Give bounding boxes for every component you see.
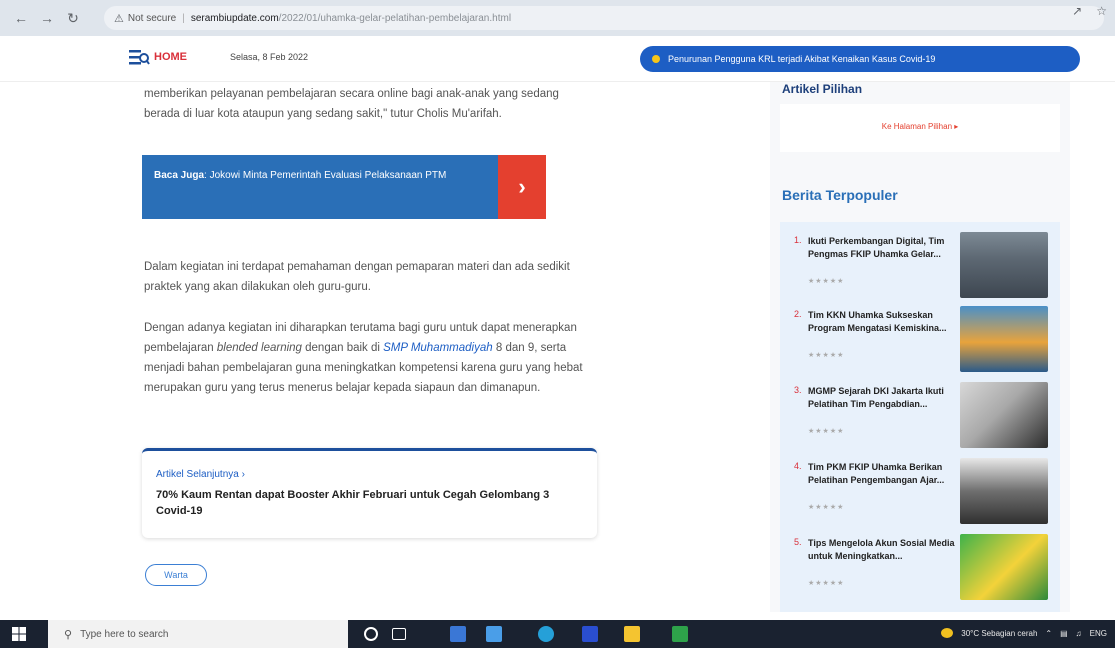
- address-bar[interactable]: ⚠ Not secure | serambiupdate.com /2022/0…: [104, 6, 1104, 30]
- baca-juga-title[interactable]: : Jokowi Minta Pemerintah Evaluasi Pelak…: [204, 170, 446, 181]
- popular-item-title[interactable]: Tips Mengelola Akun Sosial Media untuk M…: [808, 537, 958, 563]
- edge-icon[interactable]: [538, 626, 554, 642]
- rating-stars: ★★★★★: [808, 580, 845, 587]
- security-label: Not secure: [127, 12, 177, 24]
- popular-item[interactable]: 3. MGMP Sejarah DKI Jakarta Ikuti Pelati…: [780, 380, 1060, 462]
- popular-item-title[interactable]: Tim KKN Uhamka Sukseskan Program Mengata…: [808, 309, 958, 335]
- article-paragraph-1: memberikan pelayanan pembelajaran secara…: [144, 88, 559, 120]
- reload-icon[interactable]: ↻: [62, 7, 84, 29]
- popular-item-number: 4.: [794, 461, 802, 471]
- app-icon-1[interactable]: [450, 626, 466, 642]
- warning-icon: ⚠: [114, 12, 124, 25]
- browser-toolbar: ← → ↻ ⚠ Not secure | serambiupdate.com /…: [0, 0, 1115, 36]
- app-icon-4[interactable]: [672, 626, 688, 642]
- rating-stars: ★★★★★: [808, 504, 845, 511]
- tag-warta[interactable]: Warta: [145, 564, 207, 586]
- search-icon: ⚲: [64, 628, 73, 641]
- article-paragraph-2: Dalam kegiatan ini terdapat pemahaman de…: [144, 261, 570, 293]
- popular-item[interactable]: 5. Tips Mengelola Akun Sosial Media untu…: [780, 532, 1060, 612]
- rating-stars: ★★★★★: [808, 352, 845, 359]
- ticker-dot-icon: [652, 55, 660, 63]
- taskbar-search[interactable]: ⚲ Type here to search: [48, 620, 348, 648]
- system-tray: 30°C Sebagian cerah ⌃ ▤ ♫ ENG: [941, 628, 1107, 638]
- app-icon-2[interactable]: [486, 626, 502, 642]
- network-icon[interactable]: ▤: [1060, 629, 1068, 638]
- breaking-news-ticker[interactable]: Penurunan Pengguna KRL terjadi Akibat Ke…: [640, 46, 1080, 72]
- next-article-label: Artikel Selanjutnya ›: [156, 469, 245, 480]
- url-path: /2022/01/uhamka-gelar-pelatihan-pembelaj…: [278, 12, 512, 24]
- popular-item-number: 1.: [794, 235, 802, 245]
- popular-item[interactable]: 2. Tim KKN Uhamka Sukseskan Program Meng…: [780, 304, 1060, 386]
- sidebar: Artikel Pilihan Ke Halaman Pilihan ▸ Ber…: [770, 82, 1070, 612]
- smp-muhammadiyah-link[interactable]: SMP Muhammadiyah: [383, 342, 493, 354]
- popular-item-number: 5.: [794, 537, 802, 547]
- weather-icon: [941, 628, 954, 638]
- chevron-right-icon[interactable]: ›: [498, 155, 546, 219]
- popular-item-number: 3.: [794, 385, 802, 395]
- task-view-icon[interactable]: [392, 628, 406, 640]
- terpopuler-heading: Berita Terpopuler: [782, 187, 898, 203]
- taskbar-search-placeholder: Type here to search: [80, 628, 169, 640]
- popular-item-thumbnail[interactable]: [960, 232, 1048, 298]
- ticker-text: Penurunan Pengguna KRL terjadi Akibat Ke…: [668, 54, 936, 64]
- app-icon-3[interactable]: [582, 626, 598, 642]
- url-host: serambiupdate.com: [190, 12, 279, 24]
- popular-item-title[interactable]: Tim PKM FKIP Uhamka Berikan Pelatihan Pe…: [808, 461, 958, 487]
- windows-start-icon[interactable]: [12, 627, 26, 641]
- popular-item-thumbnail[interactable]: [960, 458, 1048, 524]
- popular-item-thumbnail[interactable]: [960, 382, 1048, 448]
- pilihan-link[interactable]: Ke Halaman Pilihan ▸: [780, 122, 1060, 131]
- file-explorer-icon[interactable]: [624, 626, 640, 642]
- popular-item[interactable]: 1. Ikuti Perkembangan Digital, Tim Pengm…: [780, 230, 1060, 312]
- share-icon[interactable]: ↗: [1072, 4, 1082, 18]
- popular-list: 1. Ikuti Perkembangan Digital, Tim Pengm…: [780, 222, 1060, 612]
- popular-item-number: 2.: [794, 309, 802, 319]
- baca-juga-label: Baca Juga: [154, 170, 205, 181]
- next-article-card[interactable]: Artikel Selanjutnya › 70% Kaum Rentan da…: [142, 448, 597, 538]
- popular-item-thumbnail[interactable]: [960, 306, 1048, 372]
- article-body: memberikan pelayanan pembelajaran secara…: [126, 82, 736, 612]
- popular-item-thumbnail[interactable]: [960, 534, 1048, 600]
- article-paragraph-3: Dengan adanya kegiatan ini diharapkan te…: [144, 318, 594, 398]
- site-header: HOME Selasa, 8 Feb 2022 Penurunan Penggu…: [0, 36, 1115, 82]
- next-article-title[interactable]: 70% Kaum Rentan dapat Booster Akhir Febr…: [156, 487, 586, 519]
- baca-juga-box[interactable]: Baca Juga: Jokowi Minta Pemerintah Evalu…: [142, 155, 546, 219]
- cortana-icon[interactable]: [364, 627, 378, 641]
- volume-icon[interactable]: ♫: [1076, 629, 1082, 638]
- separator: |: [182, 12, 185, 24]
- chevron-up-icon[interactable]: ⌃: [1045, 629, 1052, 638]
- paragraph-3-text-b: dengan baik di: [301, 342, 384, 354]
- pilihan-box: Ke Halaman Pilihan ▸: [780, 104, 1060, 152]
- popular-item-title[interactable]: MGMP Sejarah DKI Jakarta Ikuti Pelatihan…: [808, 385, 958, 411]
- home-link[interactable]: HOME: [154, 51, 187, 63]
- lang-indicator[interactable]: ENG: [1090, 629, 1107, 638]
- artikel-pilihan-heading: Artikel Pilihan: [782, 82, 863, 96]
- back-icon[interactable]: ←: [10, 7, 32, 29]
- forward-icon[interactable]: →: [36, 7, 58, 29]
- popular-item[interactable]: 4. Tim PKM FKIP Uhamka Berikan Pelatihan…: [780, 456, 1060, 538]
- weather-text[interactable]: 30°C Sebagian cerah: [961, 629, 1037, 638]
- windows-taskbar: ⚲ Type here to search 30°C Sebagian cera…: [0, 620, 1115, 648]
- rating-stars: ★★★★★: [808, 428, 845, 435]
- home-menu-icon[interactable]: [128, 48, 150, 68]
- header-date: Selasa, 8 Feb 2022: [230, 52, 309, 62]
- bookmark-star-icon[interactable]: ☆: [1096, 4, 1107, 18]
- blended-learning-text: blended learning: [216, 342, 302, 354]
- popular-item-title[interactable]: Ikuti Perkembangan Digital, Tim Pengmas …: [808, 235, 958, 261]
- rating-stars: ★★★★★: [808, 278, 845, 285]
- baca-juga-text: Baca Juga: Jokowi Minta Pemerintah Evalu…: [154, 167, 534, 185]
